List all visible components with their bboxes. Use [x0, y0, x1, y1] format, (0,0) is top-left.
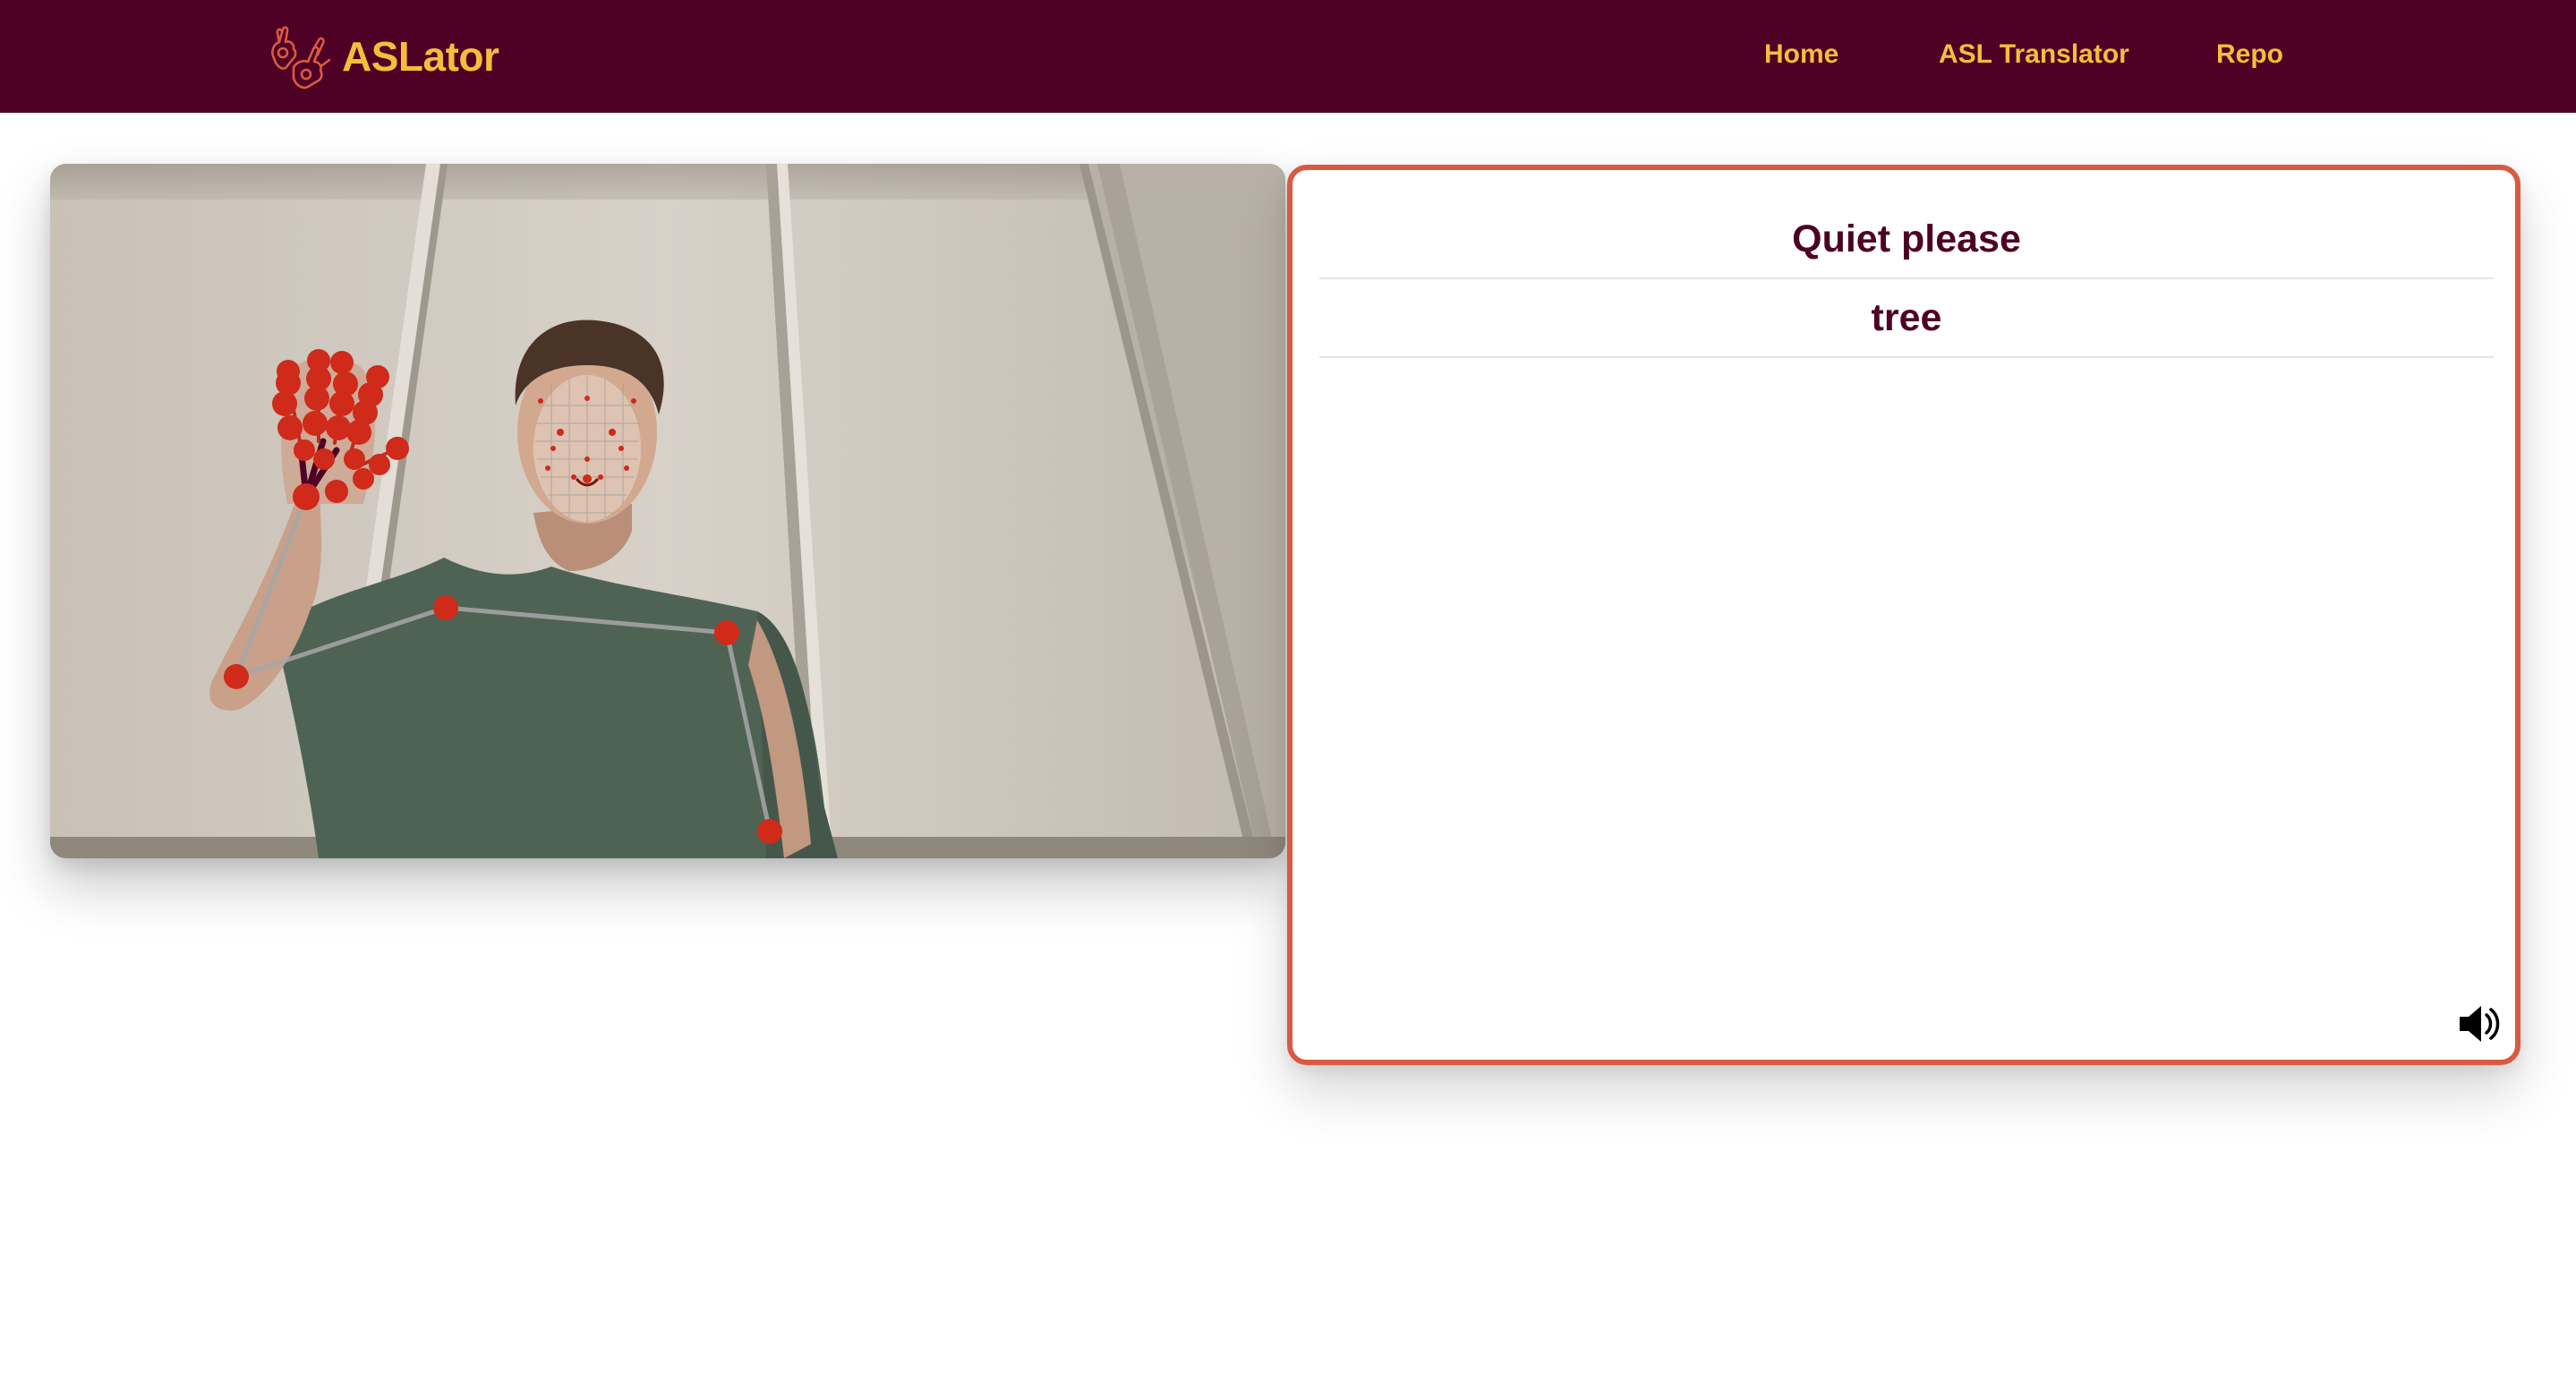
webcam-frame-with-landmarks	[50, 164, 1285, 858]
nav-links: Home ASL Translator Repo	[0, 0, 2576, 113]
top-navbar: ASLator Home ASL Translator Repo	[0, 0, 2576, 113]
nav-repo-link[interactable]: Repo	[2216, 0, 2283, 109]
nav-asl-translator-link[interactable]: ASL Translator	[1939, 0, 2129, 109]
webcam-video-feed	[50, 164, 1285, 858]
speak-translation-button[interactable]	[2456, 1001, 2503, 1047]
translation-item: Quiet please	[1319, 200, 2494, 279]
translation-list: Quiet please tree	[1319, 200, 2494, 358]
nav-home-link[interactable]: Home	[1764, 0, 1838, 109]
translation-output-panel: Quiet please tree	[1287, 165, 2521, 1065]
speaker-volume-icon	[2460, 1006, 2500, 1042]
translation-item: tree	[1319, 279, 2494, 358]
